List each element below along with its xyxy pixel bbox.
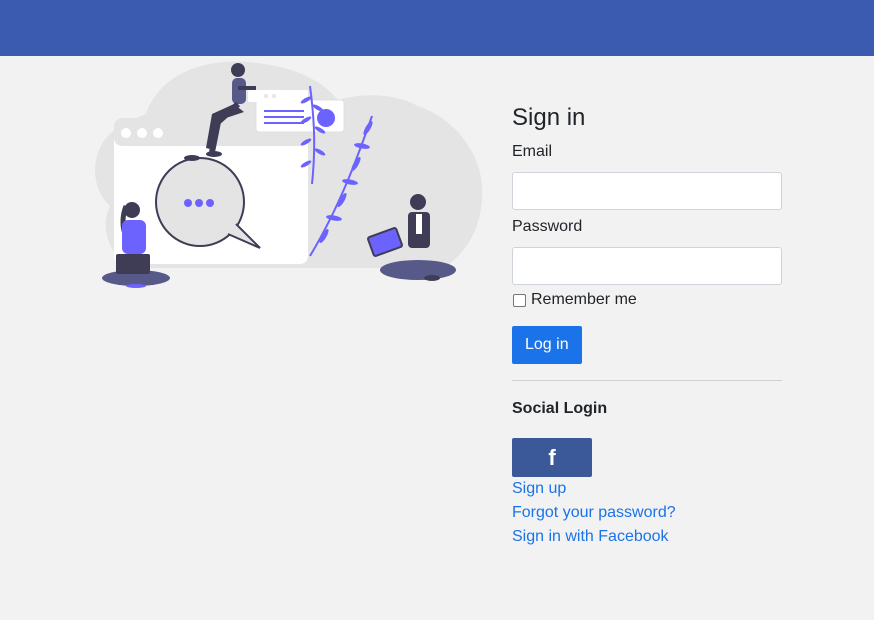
remember-me-row: Remember me — [512, 290, 782, 310]
password-input[interactable] — [512, 247, 782, 285]
signup-link[interactable]: Sign up — [512, 477, 782, 501]
forgot-password-link[interactable]: Forgot your password? — [512, 501, 782, 525]
email-label: Email — [512, 143, 553, 160]
email-input[interactable] — [512, 172, 782, 210]
facebook-icon: f — [548, 444, 556, 470]
divider — [512, 380, 782, 381]
social-login-title: Social Login — [512, 400, 608, 417]
people-chatting-illustration — [88, 56, 488, 292]
facebook-login-button[interactable]: f — [512, 438, 592, 477]
login-button[interactable]: Log in — [512, 326, 582, 364]
signin-title: Sign in — [512, 104, 586, 131]
facebook-signin-link[interactable]: Sign in with Facebook — [512, 525, 782, 549]
remember-me-checkbox[interactable] — [513, 293, 526, 307]
password-label: Password — [512, 218, 583, 235]
signin-panel: Sign in Email Password Remember me Log i… — [512, 100, 782, 549]
top-navbar — [0, 0, 874, 56]
remember-me-label[interactable]: Remember me — [531, 290, 637, 310]
account-links: Sign up Forgot your password? Sign in wi… — [512, 477, 782, 549]
